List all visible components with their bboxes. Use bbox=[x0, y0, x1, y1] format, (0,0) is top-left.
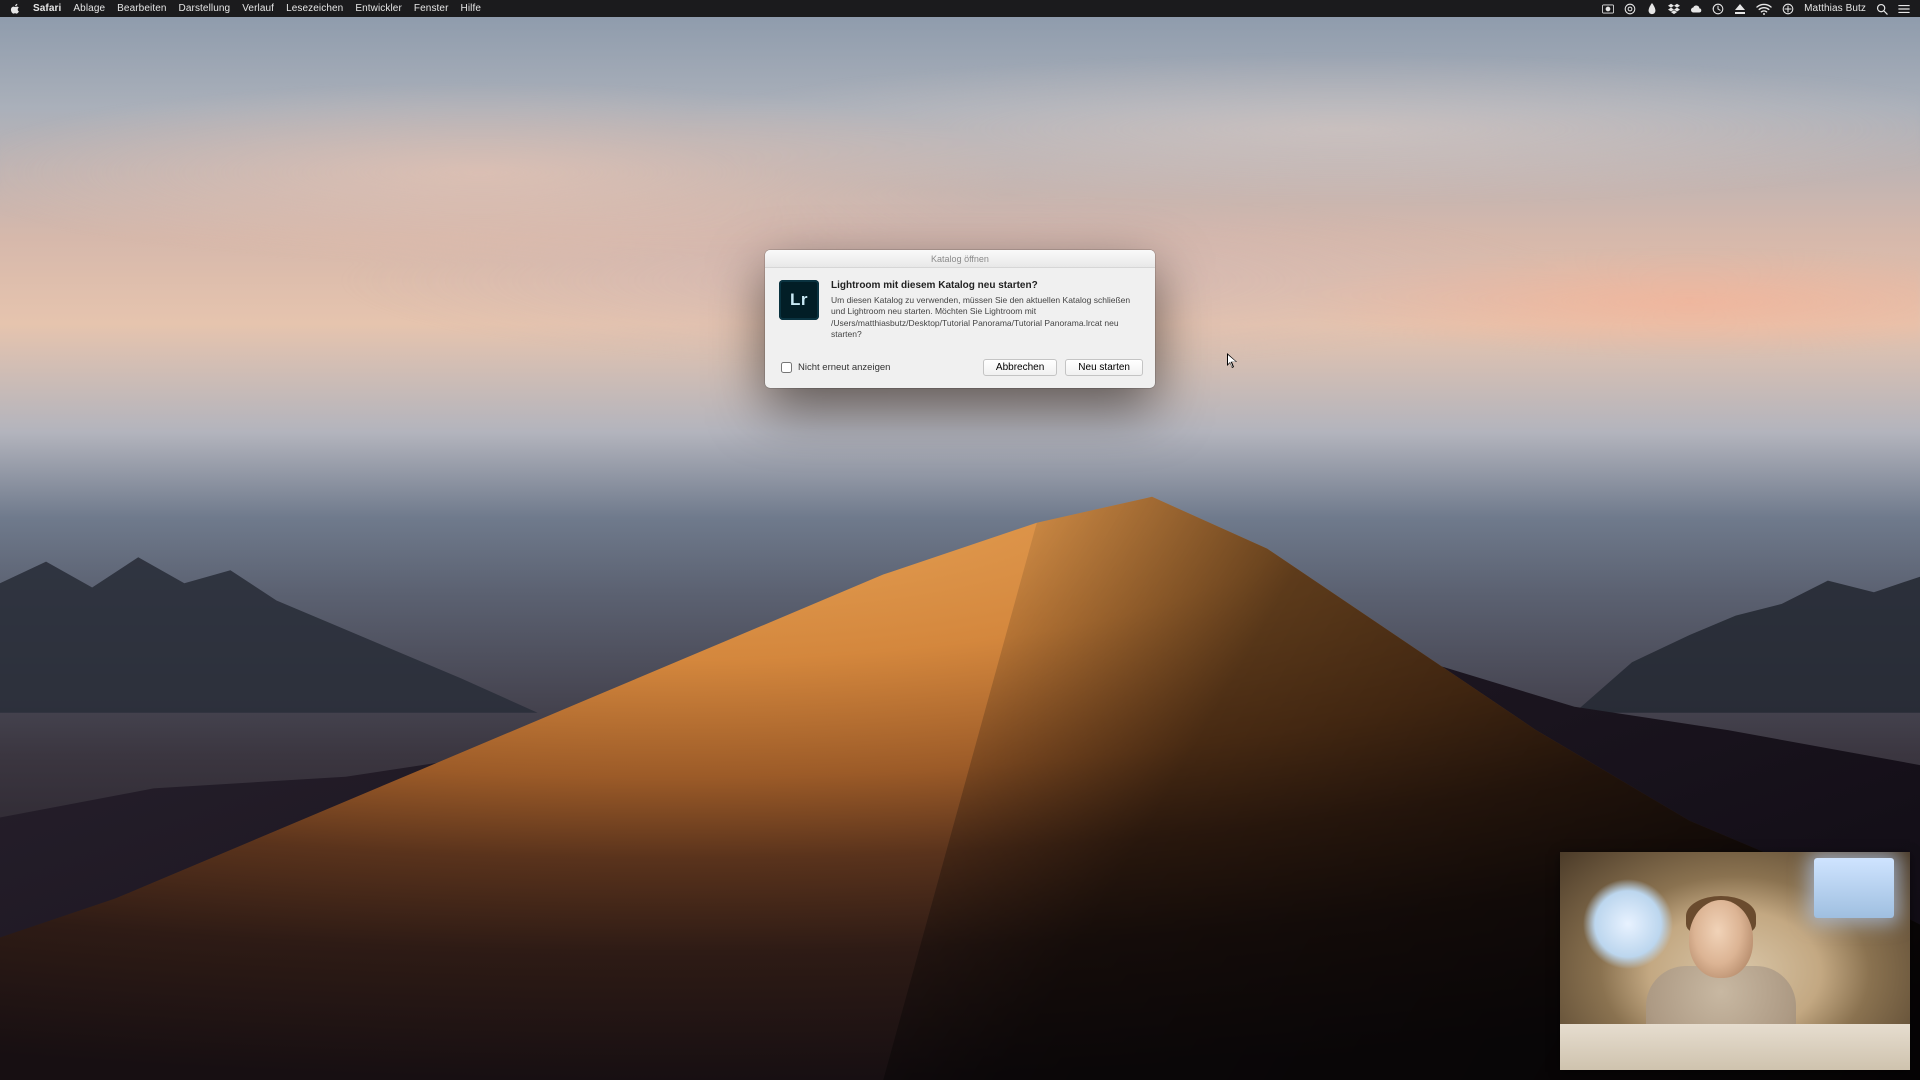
dialog-title: Katalog öffnen bbox=[765, 250, 1155, 268]
restart-button[interactable]: Neu starten bbox=[1065, 359, 1143, 376]
open-catalog-dialog: Katalog öffnen Lr Lightroom mit diesem K… bbox=[765, 250, 1155, 388]
dialog-footer: Nicht erneut anzeigen Abbrechen Neu star… bbox=[765, 353, 1155, 388]
webcam-overlay bbox=[1560, 852, 1910, 1070]
lightroom-app-icon: Lr bbox=[779, 280, 819, 320]
menubar-app-name[interactable]: Safari bbox=[33, 0, 61, 17]
menubar-item-fenster[interactable]: Fenster bbox=[414, 0, 449, 17]
menubar-item-verlauf[interactable]: Verlauf bbox=[242, 0, 274, 17]
cancel-button[interactable]: Abbrechen bbox=[983, 359, 1057, 376]
dont-show-again-input[interactable] bbox=[781, 362, 792, 373]
dont-show-again-label: Nicht erneut anzeigen bbox=[798, 362, 890, 373]
time-machine-icon[interactable] bbox=[1712, 3, 1724, 15]
screen-record-icon[interactable] bbox=[1602, 3, 1614, 15]
dialog-heading: Lightroom mit diesem Katalog neu starten… bbox=[831, 280, 1139, 291]
menubar-item-darstellung[interactable]: Darstellung bbox=[179, 0, 231, 17]
backblaze-icon[interactable] bbox=[1646, 3, 1658, 15]
dialog-text: Lightroom mit diesem Katalog neu starten… bbox=[831, 280, 1139, 341]
control-center-icon[interactable] bbox=[1782, 3, 1794, 15]
wifi-icon[interactable] bbox=[1756, 3, 1772, 15]
spotlight-search-icon[interactable] bbox=[1876, 3, 1888, 15]
menubar-item-entwickler[interactable]: Entwickler bbox=[355, 0, 402, 17]
notification-center-icon[interactable] bbox=[1898, 3, 1910, 15]
dialog-description: Um diesen Katalog zu verwenden, müssen S… bbox=[831, 295, 1139, 341]
menubar-right: Matthias Butz bbox=[1602, 0, 1910, 17]
dropbox-icon[interactable] bbox=[1668, 3, 1680, 15]
webcam-desk bbox=[1560, 1024, 1910, 1070]
menubar-item-ablage[interactable]: Ablage bbox=[73, 0, 105, 17]
menubar-left: Safari Ablage Bearbeiten Darstellung Ver… bbox=[10, 0, 481, 17]
mouse-cursor-icon bbox=[1227, 353, 1239, 371]
eject-icon[interactable] bbox=[1734, 3, 1746, 15]
dont-show-again-checkbox[interactable]: Nicht erneut anzeigen bbox=[781, 362, 890, 373]
creative-cloud-sync-icon[interactable] bbox=[1690, 3, 1702, 15]
menubar-item-lesezeichen[interactable]: Lesezeichen bbox=[286, 0, 343, 17]
menubar-item-bearbeiten[interactable]: Bearbeiten bbox=[117, 0, 166, 17]
apple-menu-icon[interactable] bbox=[10, 3, 21, 14]
menubar: Safari Ablage Bearbeiten Darstellung Ver… bbox=[0, 0, 1920, 17]
dialog-body: Lr Lightroom mit diesem Katalog neu star… bbox=[765, 268, 1155, 353]
adobe-cc-icon[interactable] bbox=[1624, 3, 1636, 15]
menubar-item-hilfe[interactable]: Hilfe bbox=[461, 0, 482, 17]
menubar-user-name[interactable]: Matthias Butz bbox=[1804, 0, 1866, 17]
